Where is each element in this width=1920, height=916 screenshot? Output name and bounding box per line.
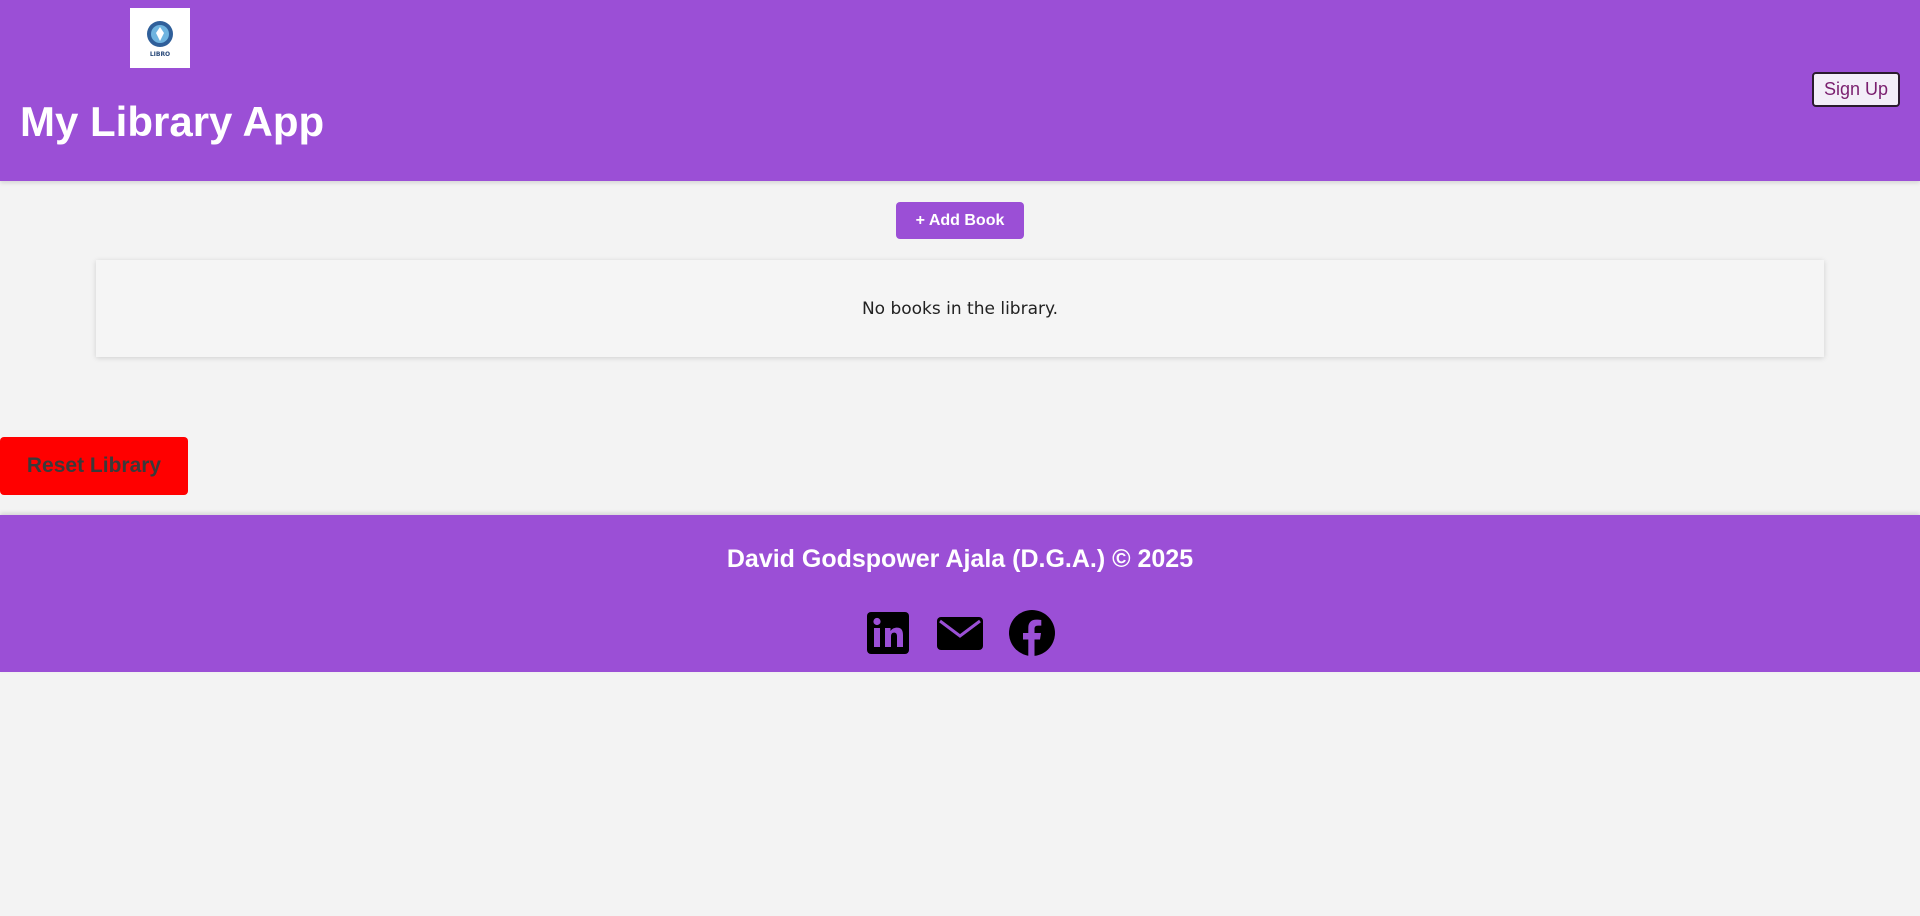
facebook-icon[interactable] <box>1007 609 1057 657</box>
logo-emblem-icon <box>147 20 173 47</box>
footer-credit: David Godspower Ajala (D.G.A.) © 2025 <box>726 545 1194 573</box>
add-book-button[interactable]: + Add Book <box>896 202 1024 239</box>
social-links <box>0 609 1920 657</box>
reset-library-button[interactable]: Reset Library <box>0 437 188 495</box>
linkedin-icon[interactable] <box>863 609 913 657</box>
sign-up-button[interactable]: Sign Up <box>1811 72 1900 107</box>
library-list: No books in the library. <box>96 260 1824 357</box>
email-icon[interactable] <box>935 609 985 657</box>
logo-text: LIBRO <box>149 50 171 58</box>
site-footer: David Godspower Ajala (D.G.A.) © 2025 <box>0 515 1920 672</box>
site-header: LIBRO My Library App Sign Up <box>0 0 1920 181</box>
app-logo: LIBRO <box>130 8 190 68</box>
empty-library-message: No books in the library. <box>861 298 1059 319</box>
page-title: My Library App <box>20 98 325 145</box>
